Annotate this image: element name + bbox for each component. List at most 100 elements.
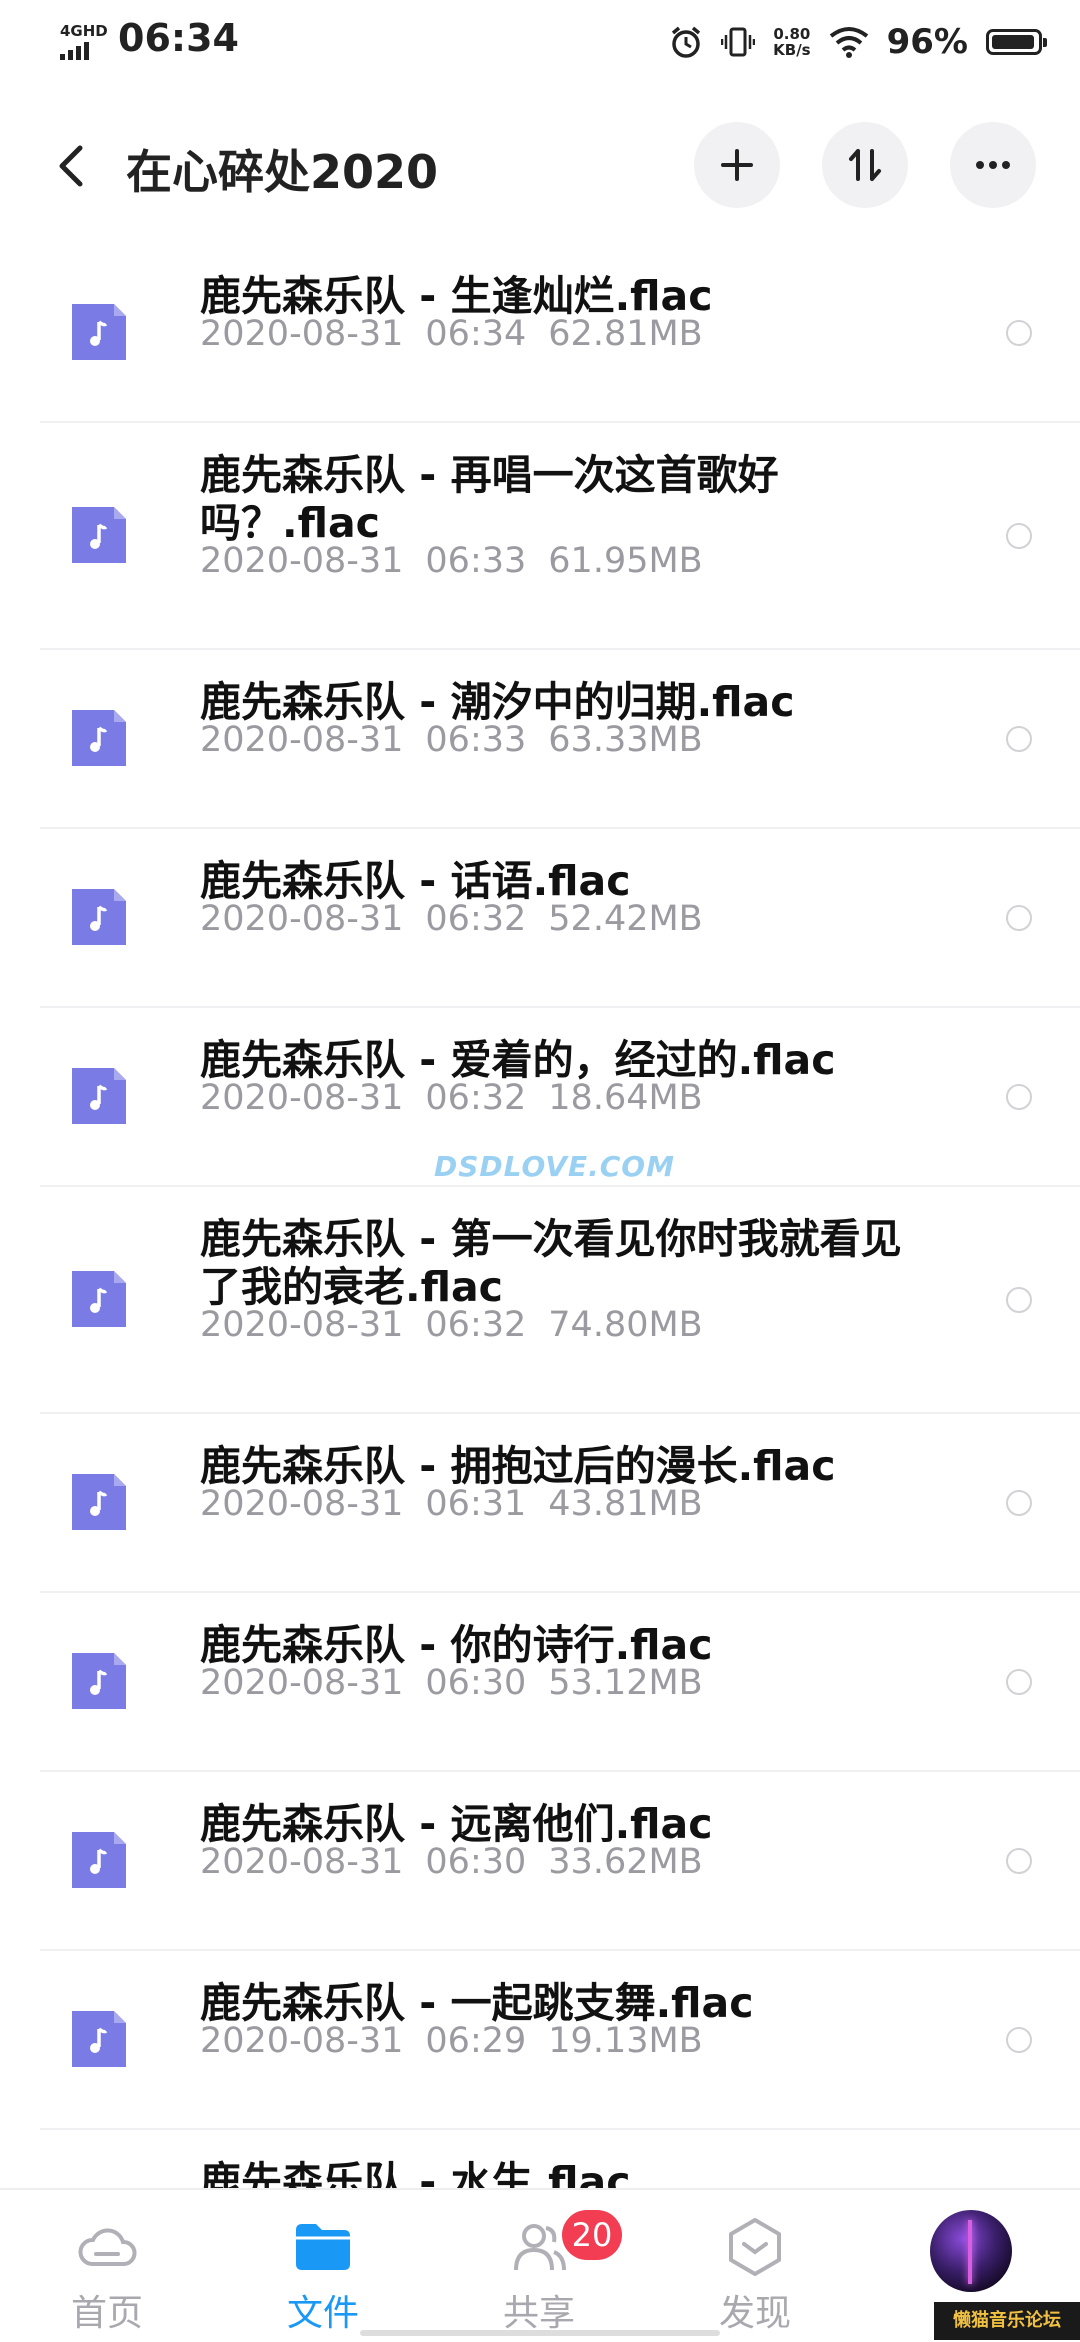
vibrate-icon [721, 27, 756, 57]
file-name: 鹿先森乐队 - 你的诗行.flac [200, 1621, 713, 1669]
file-time: 06:30 [425, 1842, 527, 1882]
select-radio[interactable] [1006, 1489, 1032, 1516]
file-row[interactable]: 鹿先森乐队 - 再唱一次这首歌好吗？.flac 2020-08-31 06:33 61… [40, 423, 1080, 650]
discover-icon [729, 2218, 781, 2276]
file-meta: 2020-08-31 06:31 43.81MB [200, 1484, 703, 1524]
tab-files[interactable]: 文件 [248, 2190, 398, 2342]
music-file-icon [72, 2010, 126, 2067]
select-radio[interactable] [1006, 1286, 1032, 1313]
file-meta: 2020-08-31 06:30 33.62MB [200, 1842, 703, 1882]
file-date: 2020-08-31 [200, 314, 404, 354]
page-title: 在心碎处2020 [126, 145, 439, 199]
file-size: 53.12MB [548, 1663, 703, 1703]
file-date: 2020-08-31 [200, 1078, 404, 1118]
select-radio[interactable] [1006, 725, 1032, 752]
file-name: 鹿先森乐队 - 第一次看见你时我就看见了我的衰老.flac [200, 1215, 902, 1311]
select-radio[interactable] [1006, 522, 1032, 549]
file-time: 06:33 [425, 541, 527, 581]
file-size: 43.81MB [548, 1484, 703, 1524]
file-size: 33.62MB [548, 1842, 703, 1882]
file-size: 63.33MB [548, 720, 703, 760]
signal-icon: 4GHD [60, 22, 108, 60]
music-file-icon [72, 709, 126, 766]
sort-button[interactable] [822, 122, 908, 208]
home-indicator [360, 2330, 720, 2336]
file-date: 2020-08-31 [200, 899, 404, 939]
file-size: 19.13MB [548, 2021, 703, 2061]
file-row[interactable]: 鹿先森乐队 - 生逢灿烂.flac 2020-08-31 06:34 62.81MB [40, 244, 1080, 423]
add-button[interactable] [694, 122, 780, 208]
plus-icon [721, 149, 753, 181]
file-row[interactable]: 鹿先森乐队 - 拥抱过后的漫长.flac 2020-08-31 06:31 43.81… [40, 1414, 1080, 1593]
file-row[interactable]: 鹿先森乐队 - 你的诗行.flac 2020-08-31 06:30 53.12MB [40, 1593, 1080, 1772]
status-time: 06:34 [118, 16, 239, 60]
status-bar: 4GHD 06:34 0.80 KB/s 96% [0, 0, 1080, 84]
file-date: 2020-08-31 [200, 1663, 404, 1703]
file-name: 鹿先森乐队 - 潮汐中的归期.flac [200, 678, 795, 726]
select-radio[interactable] [1006, 1668, 1032, 1695]
file-date: 2020-08-31 [200, 720, 404, 760]
file-size: 62.81MB [548, 314, 703, 354]
back-icon[interactable] [52, 136, 92, 196]
select-radio[interactable] [1006, 904, 1032, 931]
file-row[interactable]: 鹿先森乐队 - 潮汐中的归期.flac 2020-08-31 06:33 63.33M… [40, 650, 1080, 829]
sort-icon [849, 149, 881, 181]
battery-percent: 96% [886, 22, 968, 62]
tab-share-label: 共享 [502, 2293, 575, 2334]
file-row[interactable]: 鹿先森乐队 - 话语.flac 2020-08-31 06:32 52.42MB [40, 829, 1080, 1008]
file-name: 鹿先森乐队 - 生逢灿烂.flac [200, 272, 713, 320]
file-meta: 2020-08-31 06:32 52.42MB [200, 899, 703, 939]
file-size: 18.64MB [548, 1078, 703, 1118]
tab-discover[interactable]: 发现 [680, 2190, 830, 2342]
music-file-icon [72, 1831, 126, 1888]
file-list: 鹿先森乐队 - 生逢灿烂.flac 2020-08-31 06:34 62.81MB 鹿… [0, 244, 1080, 2309]
file-meta: 2020-08-31 06:33 61.95MB [200, 541, 703, 581]
music-file-icon [72, 1270, 126, 1327]
file-time: 06:29 [425, 2021, 527, 2061]
file-time: 06:32 [425, 1305, 527, 1345]
select-radio[interactable] [1006, 319, 1032, 346]
avatar[interactable] [930, 2210, 1012, 2292]
speed-unit: KB/s [773, 41, 811, 59]
file-time: 06:32 [425, 1078, 527, 1118]
file-name: 鹿先森乐队 - 爱着的，经过的.flac [200, 1036, 836, 1084]
file-name: 鹿先森乐队 - 一起跳支舞.flac [200, 1979, 754, 2027]
file-time: 06:34 [425, 314, 527, 354]
tab-discover-label: 发现 [718, 2293, 791, 2334]
music-file-icon [72, 303, 126, 360]
music-file-icon [72, 506, 126, 563]
more-button[interactable] [950, 122, 1036, 208]
file-size: 52.42MB [548, 899, 703, 939]
wifi-icon [829, 27, 868, 58]
speed-value: 0.80 [773, 25, 811, 43]
select-radio[interactable] [1006, 2026, 1032, 2053]
alarm-icon [672, 26, 701, 58]
file-date: 2020-08-31 [200, 1484, 404, 1524]
battery-icon [986, 29, 1047, 55]
select-radio[interactable] [1006, 1083, 1032, 1110]
select-radio[interactable] [1006, 1847, 1032, 1874]
file-size: 61.95MB [548, 541, 703, 581]
file-meta: 2020-08-31 06:32 74.80MB [200, 1305, 703, 1345]
more-icon [976, 161, 1010, 169]
tab-home[interactable]: 首页 [32, 2190, 182, 2342]
forum-stamp: 懒猫音乐论坛 [934, 2302, 1080, 2340]
file-date: 2020-08-31 [200, 1842, 404, 1882]
file-name: 鹿先森乐队 - 再唱一次这首歌好吗？.flac [200, 451, 779, 547]
file-meta: 2020-08-31 06:33 63.33MB [200, 720, 703, 760]
file-time: 06:32 [425, 899, 527, 939]
header: 在心碎处2020 [0, 84, 1080, 244]
file-date: 2020-08-31 [200, 2021, 404, 2061]
file-row[interactable]: 鹿先森乐队 - 远离他们.flac 2020-08-31 06:30 33.62MB [40, 1772, 1080, 1951]
file-size: 74.80MB [548, 1305, 703, 1345]
file-meta: 2020-08-31 06:34 62.81MB [200, 314, 703, 354]
network-type: 4GHD [60, 22, 108, 40]
cloud-icon [78, 2228, 137, 2266]
file-time: 06:31 [425, 1484, 527, 1524]
network-speed: 0.80 KB/s [773, 26, 810, 58]
bottom-nav: 首页 文件 共享 20 发现 [0, 2188, 1080, 2342]
file-row[interactable]: 鹿先森乐队 - 第一次看见你时我就看见了我的衰老.flac 2020-08-31 0… [40, 1187, 1080, 1414]
file-row[interactable]: 鹿先森乐队 - 一起跳支舞.flac 2020-08-31 06:29 19.13MB [40, 1951, 1080, 2130]
music-file-icon [72, 1652, 126, 1709]
tab-home-label: 首页 [70, 2293, 143, 2334]
